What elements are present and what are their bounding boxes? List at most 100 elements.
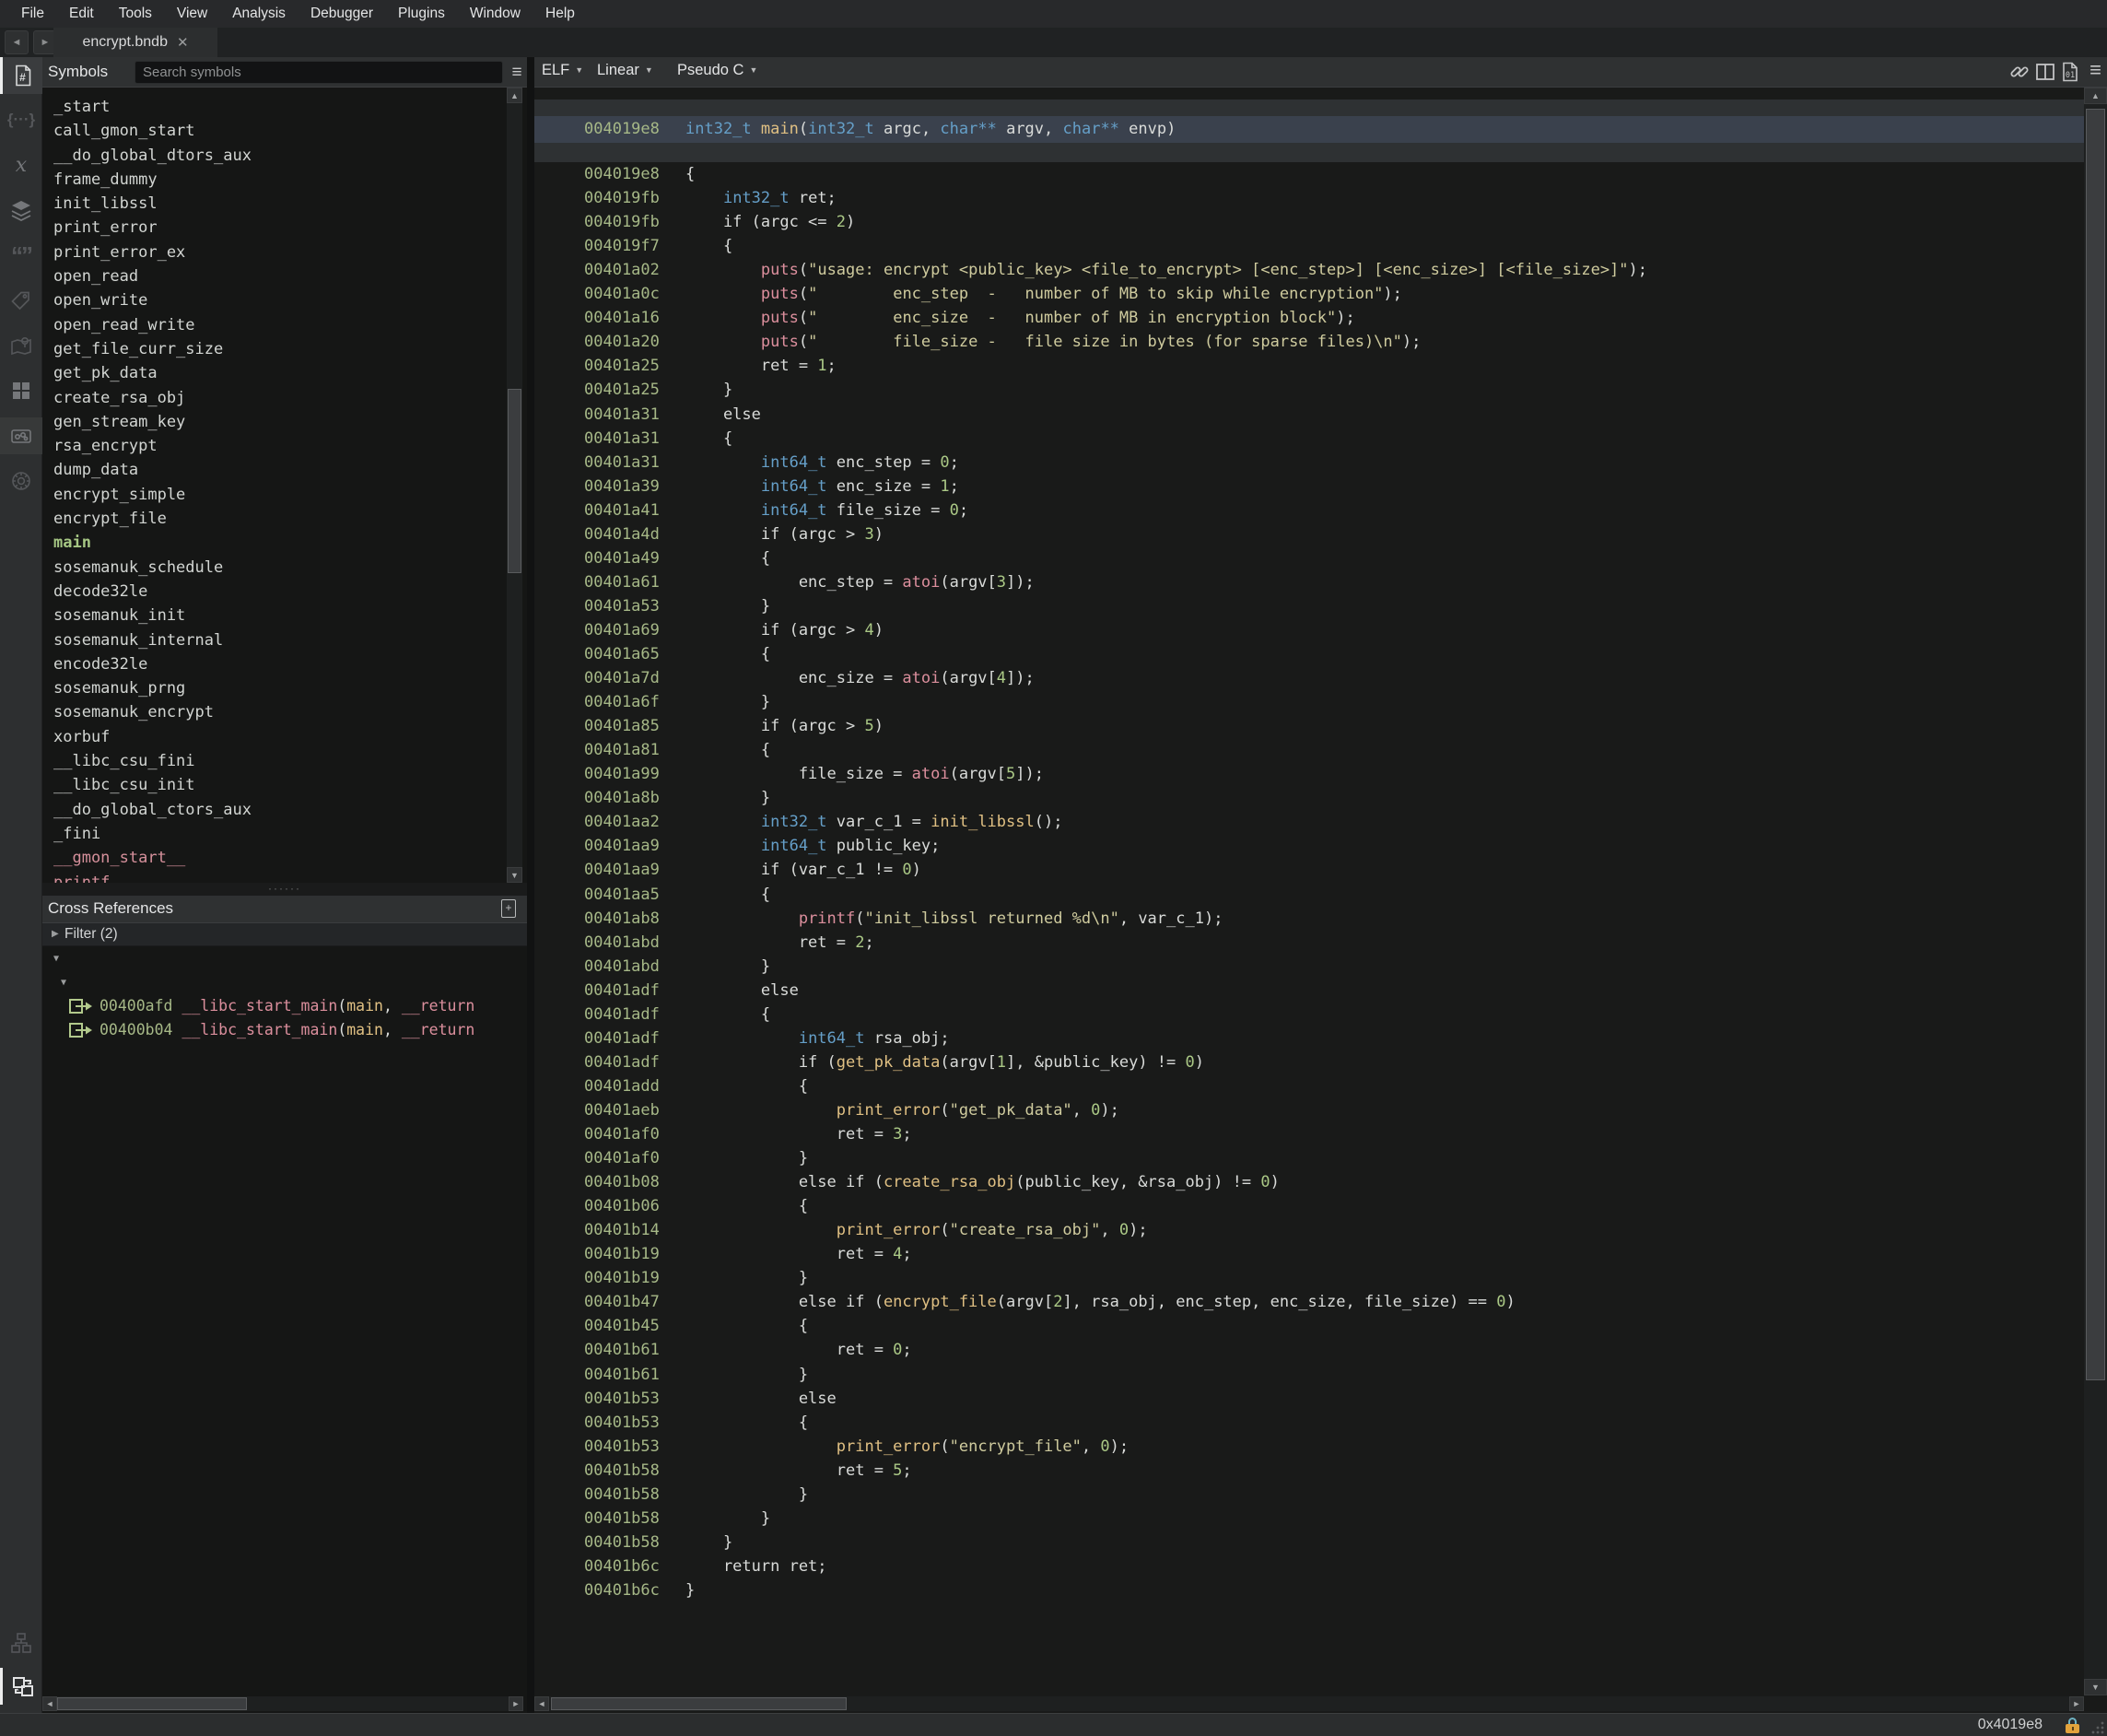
symbol-__do_global_ctors_aux[interactable]: __do_global_ctors_aux [42,798,506,822]
address[interactable]: 00401a65 [584,642,685,666]
code-line[interactable]: 00401a31 else [534,403,2084,427]
menu-file[interactable]: File [21,6,44,22]
code-line[interactable]: 00401a6f } [534,690,2084,714]
code-line[interactable]: 00401a16 puts(" enc_size - number of MB … [534,306,2084,330]
address[interactable]: 004019e8 [584,162,685,186]
code-line[interactable]: 00401b47 else if (encrypt_file(argv[2], … [534,1290,2084,1314]
xref-row[interactable]: 00400afd __libc_start_main(main, __retur… [42,994,527,1018]
address[interactable]: 00401adf [584,1050,685,1074]
code-line[interactable]: 00401adf { [534,1003,2084,1026]
symbol-open_read[interactable]: open_read [42,264,506,288]
address[interactable]: 00401a85 [584,714,685,738]
symbol-print_error_ex[interactable]: print_error_ex [42,240,506,264]
code-line[interactable]: 00401aa2 int32_t var_c_1 = init_libssl()… [534,810,2084,834]
code-line[interactable]: 00401b53 { [534,1411,2084,1435]
address[interactable]: 00401b58 [584,1483,685,1507]
code-line[interactable]: 00401a25 } [534,378,2084,402]
code-line[interactable]: 00401a53 } [534,594,2084,618]
menu-window[interactable]: Window [470,6,521,22]
code-line[interactable]: 00401abd } [534,955,2084,979]
language-dropdown[interactable]: Pseudo C▼ [677,62,757,79]
symbols-scroll-down[interactable]: ▼ [507,867,522,883]
split-view-icon[interactable] [2035,62,2055,87]
address[interactable]: 00401b61 [584,1338,685,1362]
code-line[interactable]: 00401b61 ret = 0; [534,1338,2084,1362]
sidebar-scroll-left[interactable]: ◄ [42,1696,57,1711]
code-line[interactable]: 00401add { [534,1074,2084,1098]
symbol-sosemanuk_init[interactable]: sosemanuk_init [42,604,506,628]
address[interactable]: 00401a4d [584,522,685,546]
address[interactable]: 00401af0 [584,1146,685,1170]
code-scroll-left[interactable]: ◄ [534,1696,549,1711]
menu-view[interactable]: View [177,6,207,22]
symbol-gen_stream_key[interactable]: gen_stream_key [42,410,506,434]
address[interactable]: 00401abd [584,955,685,979]
code-line[interactable]: 004019fb if (argc <= 2) [534,210,2084,234]
code-line[interactable]: 00401a49 { [534,546,2084,570]
address[interactable]: 00401abd [584,931,685,955]
symbol-__libc_csu_init[interactable]: __libc_csu_init [42,773,506,797]
address[interactable]: 00401adf [584,979,685,1003]
address[interactable]: 00401a31 [584,451,685,475]
code-line[interactable]: 00401a85 if (argc > 5) [534,714,2084,738]
address[interactable]: 00401a0c [584,282,685,306]
symbol-call_gmon_start[interactable]: call_gmon_start [42,119,506,143]
code-line[interactable]: 00401b45 { [534,1314,2084,1338]
address[interactable]: 00401a02 [584,258,685,282]
symbol-init_libssl[interactable]: init_libssl [42,192,506,216]
address[interactable]: 00401b53 [584,1411,685,1435]
code-line[interactable]: 00401b58 } [534,1483,2084,1507]
code-scroll-down[interactable]: ▼ [2084,1679,2107,1695]
address[interactable]: 00401af0 [584,1122,685,1146]
symbol-__gmon_start__[interactable]: __gmon_start__ [42,846,506,870]
address[interactable]: 00401a61 [584,570,685,594]
address[interactable]: 00401b6c [584,1578,685,1602]
symbols-scrollbar-thumb[interactable] [508,389,521,573]
code-line[interactable]: 00401a4d if (argc > 3) [534,522,2084,546]
address[interactable]: 00401a25 [584,378,685,402]
code-line[interactable]: 00401b19 } [534,1266,2084,1290]
symbol-encode32le[interactable]: encode32le [42,652,506,676]
code-scrollbar-thumb[interactable] [2086,109,2105,1380]
code-line[interactable]: 00401aa5 { [534,883,2084,907]
address[interactable]: 00401aeb [584,1098,685,1122]
symbol-open_write[interactable]: open_write [42,288,506,312]
tab-encrypt-bndb[interactable]: encrypt.bndb ✕ [53,28,217,57]
address[interactable]: 00401a20 [584,330,685,354]
address[interactable]: 00401b6c [584,1554,685,1578]
code-line[interactable]: 00401b6c return ret; [534,1554,2084,1578]
code-line[interactable]: 00401b53 else [534,1387,2084,1411]
address[interactable]: 00401b58 [584,1507,685,1531]
code-line[interactable]: 00401af0 } [534,1146,2084,1170]
search-input[interactable] [135,61,503,84]
address[interactable]: 00401ab8 [584,907,685,931]
code-line[interactable]: 00401b53 print_error("encrypt_file", 0); [534,1435,2084,1459]
code-line[interactable]: 00401a31 int64_t enc_step = 0; [534,451,2084,475]
linked-nodes-icon[interactable] [0,417,42,454]
arch-dropdown[interactable]: ELF▼ [542,62,583,79]
address[interactable]: 00401b06 [584,1194,685,1218]
address[interactable]: 00401a49 [584,546,685,570]
address[interactable]: 00401adf [584,1003,685,1026]
code-line[interactable]: 00401b61 } [534,1363,2084,1387]
address[interactable]: 00401b19 [584,1242,685,1266]
code-line[interactable]: 00401a99 file_size = atoi(argv[5]); [534,762,2084,786]
code-line[interactable]: 00401b58 } [534,1531,2084,1554]
code-line[interactable]: 00401adf else [534,979,2084,1003]
code-line[interactable]: 004019e8{ [534,162,2084,186]
code-line[interactable]: 00401a20 puts(" file_size - file size in… [534,330,2084,354]
code-line[interactable]: 004019fb int32_t ret; [534,186,2084,210]
stack-icon[interactable] [0,192,42,229]
symbol-open_read_write[interactable]: open_read_write [42,313,506,337]
address[interactable]: 00401b53 [584,1387,685,1411]
menu-plugins[interactable]: Plugins [398,6,445,22]
address[interactable]: 00401adf [584,1026,685,1050]
code-scroll-right[interactable]: ► [2069,1696,2084,1711]
symbol-xorbuf[interactable]: xorbuf [42,725,506,749]
panel-splitter[interactable]: ······ [42,883,527,896]
symbol-create_rsa_obj[interactable]: create_rsa_obj [42,386,506,410]
link-icon[interactable] [2009,62,2030,87]
code-line[interactable]: 00401aa9 if (var_c_1 != 0) [534,858,2084,882]
address[interactable]: 00401b58 [584,1531,685,1554]
address[interactable]: 00401b14 [584,1218,685,1242]
